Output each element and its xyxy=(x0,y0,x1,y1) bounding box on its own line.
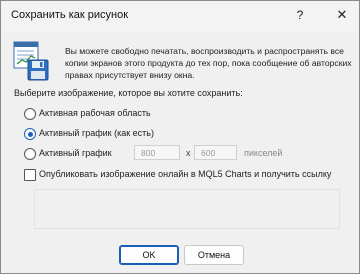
radio-active-chart-custom-size[interactable] xyxy=(24,148,36,160)
close-button[interactable]: ✕ xyxy=(331,5,353,25)
option-label: Активный график (как есть) xyxy=(39,128,154,138)
selection-prompt: Выберите изображение, которое вы хотите … xyxy=(14,88,243,98)
cancel-button[interactable]: Отмена xyxy=(184,245,244,265)
option-label: Активный график xyxy=(39,148,112,158)
save-picture-icon xyxy=(13,41,49,81)
publish-checkbox[interactable] xyxy=(24,169,36,181)
publish-label: Опубликовать изображение онлайн в MQL5 C… xyxy=(39,169,332,179)
unit-label: пикселей xyxy=(244,148,283,158)
window-title: Сохранить как рисунок xyxy=(11,9,129,21)
size-separator: x xyxy=(186,148,191,158)
intro-text: Вы можете свободно печатать, воспроизвод… xyxy=(65,46,352,80)
option-label: Активная рабочая область xyxy=(39,108,151,118)
share-link-field[interactable] xyxy=(34,189,340,229)
title-bar: Сохранить как рисунок ? ✕ xyxy=(1,1,359,31)
radio-active-chart-as-is[interactable] xyxy=(24,128,36,140)
save-as-picture-dialog: Сохранить как рисунок ? ✕ Вы можете своб… xyxy=(0,0,360,274)
height-input[interactable]: 600 xyxy=(194,145,237,160)
width-input[interactable]: 800 xyxy=(134,145,180,160)
help-button[interactable]: ? xyxy=(289,5,311,25)
ok-button[interactable]: OK xyxy=(119,245,179,265)
radio-active-workspace[interactable] xyxy=(24,108,36,120)
